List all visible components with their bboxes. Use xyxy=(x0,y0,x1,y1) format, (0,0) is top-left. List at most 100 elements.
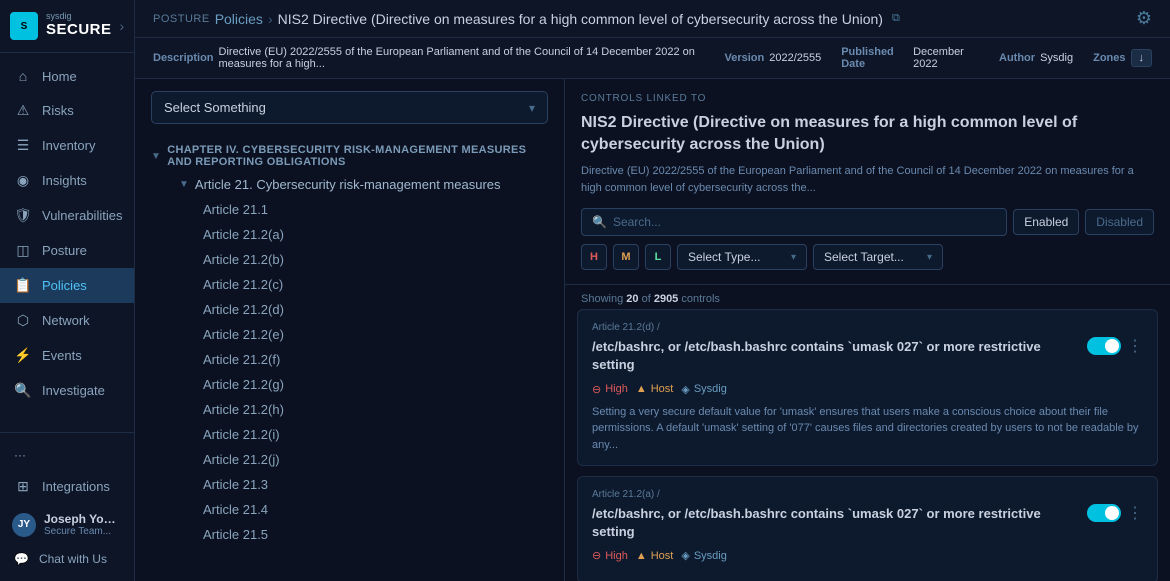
showing-count: Showing 20 of 2905 controls xyxy=(565,285,1170,309)
toggle-wrap: ⋮ xyxy=(1087,336,1143,356)
posture-label: POSTURE xyxy=(153,13,210,25)
tree-article-item[interactable]: Article 21.2(h) xyxy=(151,397,548,422)
posture-icon: ◫ xyxy=(14,242,32,259)
article-group-header[interactable]: ▼ Article 21. Cybersecurity risk-managem… xyxy=(151,172,548,197)
inventory-icon: ☰ xyxy=(14,137,32,154)
severity-medium-button[interactable]: M xyxy=(613,244,639,270)
sysdig-icon: ◈ xyxy=(681,383,689,396)
sidebar-item-network[interactable]: ⬡ Network xyxy=(0,303,134,338)
select-target-label: Select Target... xyxy=(824,250,904,264)
sidebar-nav: ⌂ Home ⚠ Risks ☰ Inventory ◉ Insights 🛡 … xyxy=(0,53,134,432)
tree-article-item[interactable]: Article 21.2(g) xyxy=(151,372,548,397)
tree-chapter: ▼ CHAPTER IV. CYBERSECURITY RISK-MANAGEM… xyxy=(135,136,564,559)
tree-article-item[interactable]: Article 21.2(f) xyxy=(151,347,548,372)
sidebar-collapse-icon[interactable]: › xyxy=(120,18,125,34)
more-options-icon[interactable]: ⋮ xyxy=(1127,336,1143,356)
chapter-label: CHAPTER IV. CYBERSECURITY RISK-MANAGEMEN… xyxy=(167,144,548,168)
sidebar-item-integrations[interactable]: ⊞ Integrations xyxy=(0,469,134,504)
sidebar-label-policies: Policies xyxy=(42,278,87,293)
sysdig-tag: ◈ Sysdig xyxy=(681,549,727,562)
select-type-chevron-icon: ▾ xyxy=(791,252,796,263)
control-title: /etc/bashrc, or /etc/bash.bashrc contain… xyxy=(592,338,1077,374)
sidebar-item-policies[interactable]: 📋 Policies xyxy=(0,268,134,303)
zones-button[interactable]: ↓ xyxy=(1131,49,1153,67)
control-toggle[interactable] xyxy=(1087,337,1121,355)
sidebar-label-home: Home xyxy=(42,69,77,84)
tree-article-item[interactable]: Article 21.5 xyxy=(151,522,548,547)
sysdig-logo-icon: S xyxy=(10,12,38,40)
tree-article-item[interactable]: Article 21.2(d) xyxy=(151,297,548,322)
author-field: Author Sysdig xyxy=(999,52,1073,64)
controls-count: 20 xyxy=(626,293,638,305)
sidebar-item-posture[interactable]: ◫ Posture xyxy=(0,233,134,268)
sidebar-dots[interactable]: ··· xyxy=(0,441,134,469)
select-target-dropdown[interactable]: Select Target... ▾ xyxy=(813,244,943,270)
published-value: December 2022 xyxy=(913,46,979,70)
high-severity-icon: ⊖ xyxy=(592,383,601,396)
select-type-dropdown[interactable]: Select Type... ▾ xyxy=(677,244,807,270)
more-options-icon[interactable]: ⋮ xyxy=(1127,503,1143,523)
tree-article-item[interactable]: Article 21.3 xyxy=(151,472,548,497)
sidebar-label-insights: Insights xyxy=(42,173,87,188)
tree-article-item[interactable]: Article 21.2(e) xyxy=(151,322,548,347)
severity-low-button[interactable]: L xyxy=(645,244,671,270)
filter-row: H M L Select Type... ▾ Select Target... … xyxy=(581,244,1154,270)
enabled-filter-button[interactable]: Enabled xyxy=(1013,209,1079,235)
sidebar-label-vulnerabilities: Vulnerabilities xyxy=(42,208,122,223)
chapter-header[interactable]: ▼ CHAPTER IV. CYBERSECURITY RISK-MANAGEM… xyxy=(151,144,548,168)
chapter-chevron-icon: ▼ xyxy=(151,151,161,162)
toggle-knob xyxy=(1105,506,1119,520)
dots-icon: ··· xyxy=(14,448,26,462)
host-tag: ▲ Host xyxy=(636,383,674,395)
search-box: 🔍 xyxy=(581,208,1007,236)
brand-label: SECURE xyxy=(46,21,112,38)
tree-article-item[interactable]: Article 21.2(c) xyxy=(151,272,548,297)
select-target-chevron-icon: ▾ xyxy=(927,252,932,263)
select-placeholder: Select Something xyxy=(164,100,266,115)
sidebar-item-investigate[interactable]: 🔍 Investigate xyxy=(0,373,134,408)
zones-label: Zones xyxy=(1093,52,1125,64)
home-icon: ⌂ xyxy=(14,68,32,84)
tree-article-item[interactable]: Article 21.2(a) xyxy=(151,222,548,247)
sidebar-item-home[interactable]: ⌂ Home xyxy=(0,59,134,93)
chat-with-us[interactable]: 💬 Chat with Us xyxy=(0,545,134,573)
control-toggle[interactable] xyxy=(1087,504,1121,522)
external-link-icon[interactable]: ⧉ xyxy=(892,12,900,25)
sidebar-item-vulnerabilities[interactable]: 🛡 Vulnerabilities xyxy=(0,198,134,233)
description-value: Directive (EU) 2022/2555 of the European… xyxy=(219,46,705,70)
tree-article-item[interactable]: Article 21.2(j) xyxy=(151,447,548,472)
policies-icon: 📋 xyxy=(14,277,32,294)
sidebar-item-insights[interactable]: ◉ Insights xyxy=(0,163,134,198)
chevron-down-icon: ▾ xyxy=(529,101,535,115)
host-icon: ▲ xyxy=(636,383,647,395)
tree-article-item[interactable]: Article 21.4 xyxy=(151,497,548,522)
sidebar-item-events[interactable]: ⚡ Events xyxy=(0,338,134,373)
sidebar-item-inventory[interactable]: ☰ Inventory xyxy=(0,128,134,163)
version-field: Version 2022/2555 xyxy=(724,52,821,64)
severity-high-tag: ⊖ High xyxy=(592,383,628,396)
right-panel-header: CONTROLS LINKED TO NIS2 Directive (Direc… xyxy=(565,79,1170,285)
sidebar-item-risks[interactable]: ⚠ Risks xyxy=(0,93,134,128)
sidebar: S sysdig SECURE › ⌂ Home ⚠ Risks ☰ Inven… xyxy=(0,0,135,581)
tree-article-item[interactable]: Article 21.2(i) xyxy=(151,422,548,447)
search-input[interactable] xyxy=(613,215,996,229)
tree-article-item[interactable]: Article 21.1 xyxy=(151,197,548,222)
sidebar-label-integrations: Integrations xyxy=(42,479,110,494)
published-label: Published Date xyxy=(841,46,908,70)
search-icon: 🔍 xyxy=(592,215,607,229)
article-select-dropdown[interactable]: Select Something ▾ xyxy=(151,91,548,124)
severity-high-button[interactable]: H xyxy=(581,244,607,270)
content-area: Select Something ▾ ▼ CHAPTER IV. CYBERSE… xyxy=(135,79,1170,581)
disabled-filter-button[interactable]: Disabled xyxy=(1085,209,1154,235)
breadcrumb-parent[interactable]: Policies xyxy=(215,11,263,27)
user-profile[interactable]: JY Joseph Yostos Secure Team... xyxy=(0,504,134,545)
sidebar-label-network: Network xyxy=(42,313,90,328)
tree-article-item[interactable]: Article 21.2(b) xyxy=(151,247,548,272)
sysdig-icon: ◈ xyxy=(681,549,689,562)
vulnerabilities-icon: 🛡 xyxy=(14,207,32,224)
directive-title: NIS2 Directive (Directive on measures fo… xyxy=(581,112,1154,155)
toggle-wrap: ⋮ xyxy=(1087,503,1143,523)
control-tags: ⊖ High ▲ Host ◈ Sysdig xyxy=(592,383,1143,396)
controls-label: CONTROLS LINKED TO xyxy=(581,93,1154,104)
settings-icon[interactable]: ⚙ xyxy=(1136,8,1152,29)
